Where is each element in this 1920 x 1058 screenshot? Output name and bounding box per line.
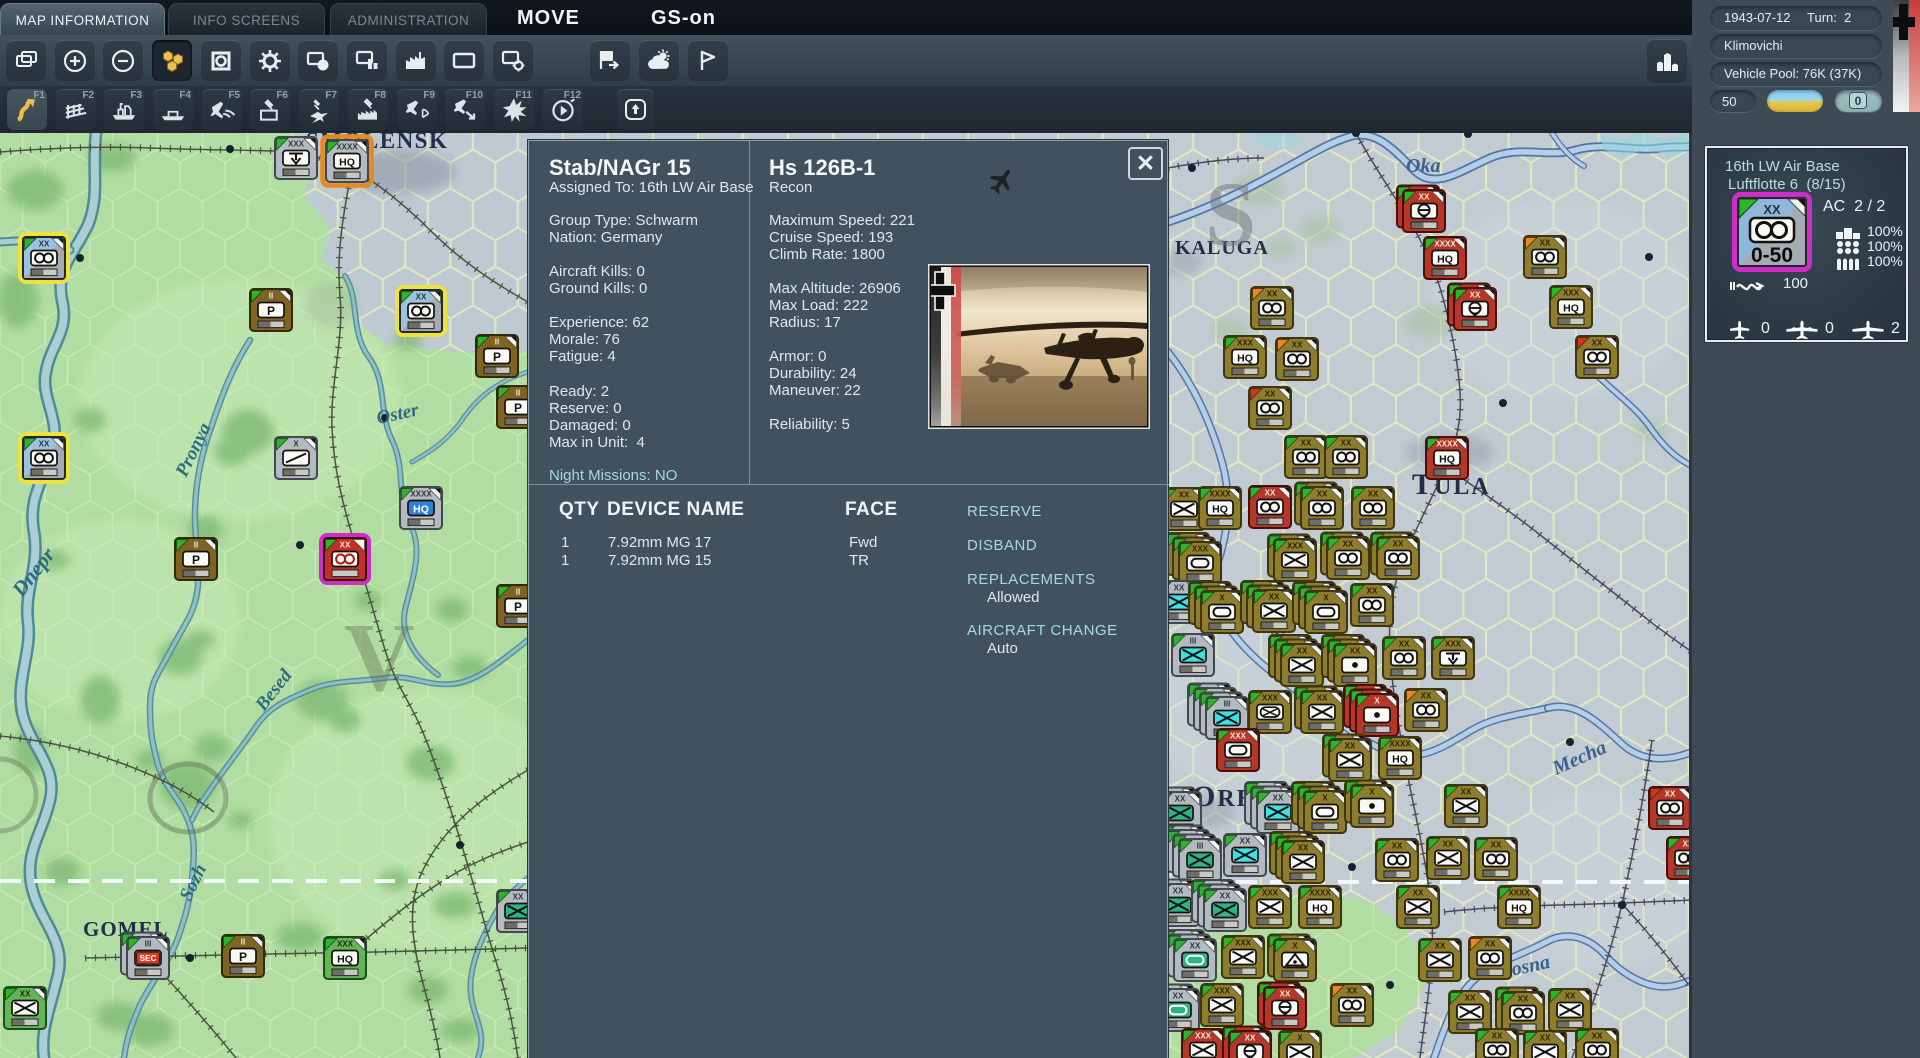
svg-text:XX: XX	[1265, 390, 1276, 399]
svg-text:S: S	[1205, 163, 1256, 265]
svg-text:XXX: XXX	[1287, 542, 1304, 551]
svg-text:XX: XX	[340, 541, 351, 550]
svg-text:XX: XX	[1269, 593, 1280, 602]
svg-text:XX: XX	[1301, 439, 1312, 448]
svg-text:XX: XX	[1491, 841, 1502, 850]
svg-text:XX: XX	[1540, 239, 1551, 248]
svg-text:XX: XX	[1343, 540, 1354, 549]
svg-text:XX: XX	[1461, 788, 1472, 797]
svg-text:XX: XX	[1367, 587, 1378, 596]
svg-text:XXXX: XXXX	[1434, 240, 1456, 249]
svg-text:XXX: XXX	[288, 140, 305, 149]
svg-text:XX: XX	[1665, 790, 1676, 799]
svg-text:X: X	[1369, 788, 1375, 797]
svg-text:III: III	[145, 940, 152, 949]
svg-text:X: X	[1374, 697, 1380, 706]
svg-text:XXXX: XXXX	[1309, 889, 1331, 898]
svg-text:XX: XX	[1413, 889, 1424, 898]
svg-text:XX: XX	[1419, 193, 1430, 202]
svg-text:XXX: XXX	[337, 940, 354, 949]
svg-text:XX: XX	[1297, 647, 1308, 656]
svg-text:0-50: 0-50	[1751, 244, 1793, 267]
svg-text:XXX: XXX	[1445, 640, 1462, 649]
svg-text:X: X	[1323, 594, 1329, 603]
svg-text:XX: XX	[1399, 640, 1410, 649]
svg-text:XX: XX	[1292, 341, 1303, 350]
svg-text:XX: XX	[1280, 990, 1291, 999]
svg-text:II: II	[194, 541, 198, 550]
svg-text:XXX: XXX	[1237, 339, 1254, 348]
svg-text:XX: XX	[1190, 942, 1201, 951]
svg-text:XX: XX	[1317, 694, 1328, 703]
svg-text:Oka: Oka	[1406, 155, 1440, 177]
svg-text:XX: XX	[1298, 844, 1309, 853]
svg-text:XXX: XXX	[1214, 987, 1231, 996]
svg-text:X: X	[293, 440, 299, 449]
svg-text:XX: XX	[1220, 892, 1231, 901]
svg-text:XXX: XXX	[1262, 889, 1279, 898]
svg-text:XX: XX	[1173, 887, 1184, 896]
svg-text:XX: XX	[1392, 842, 1403, 851]
svg-text:II: II	[269, 292, 273, 301]
svg-text:XX: XX	[1174, 584, 1185, 593]
svg-text:XX: XX	[1540, 1034, 1551, 1043]
svg-text:XXX: XXX	[1195, 1032, 1212, 1041]
svg-text:X: X	[1297, 1034, 1303, 1043]
svg-text:XX: XX	[416, 293, 427, 302]
svg-text:XX: XX	[1565, 992, 1576, 1001]
svg-text:XX: XX	[1763, 202, 1781, 217]
svg-text:XX: XX	[1179, 491, 1190, 500]
svg-text:XX: XX	[1518, 995, 1529, 1004]
svg-text:III: III	[1190, 637, 1197, 646]
svg-text:XX: XX	[1267, 290, 1278, 299]
svg-text:XX: XX	[1173, 992, 1184, 1001]
svg-text:II: II	[241, 938, 245, 947]
svg-text:XX: XX	[1485, 940, 1496, 949]
svg-text:XX: XX	[1245, 1034, 1256, 1043]
svg-text:XX: XX	[1393, 540, 1404, 549]
svg-text:II: II	[495, 338, 499, 347]
svg-text:XX: XX	[20, 990, 31, 999]
svg-text:XXXX: XXXX	[336, 143, 358, 152]
svg-text:II: II	[516, 389, 520, 398]
svg-text:XX: XX	[1368, 490, 1379, 499]
svg-text:XX: XX	[1273, 794, 1284, 803]
svg-text:XX: XX	[1443, 840, 1454, 849]
svg-text:XXX: XXX	[1230, 732, 1247, 741]
svg-text:V: V	[344, 604, 415, 712]
svg-text:XXXX: XXXX	[1436, 440, 1458, 449]
svg-text:II: II	[516, 588, 520, 597]
svg-text:XX: XX	[1317, 490, 1328, 499]
svg-text:X: X	[1322, 794, 1328, 803]
svg-text:III: III	[1224, 700, 1231, 709]
svg-text:XXX: XXX	[1192, 545, 1209, 554]
svg-text:X: X	[1219, 594, 1225, 603]
svg-text:XX: XX	[1470, 291, 1481, 300]
svg-text:XX: XX	[1240, 837, 1251, 846]
svg-text:XXXX: XXXX	[1389, 740, 1411, 749]
svg-text:XX: XX	[1465, 994, 1476, 1003]
svg-text:XX: XX	[1421, 692, 1432, 701]
svg-text:XXXX: XXXX	[1508, 889, 1530, 898]
svg-text:XX: XX	[39, 440, 50, 449]
svg-text:XXX: XXX	[1563, 289, 1580, 298]
svg-text:XXX: XXX	[1235, 939, 1252, 948]
svg-text:XX: XX	[1592, 339, 1603, 348]
svg-text:XX: XX	[1341, 439, 1352, 448]
svg-text:XX: XX	[1345, 742, 1356, 751]
svg-text:XX: XX	[1265, 489, 1276, 498]
svg-text:XXXX: XXXX	[1209, 490, 1231, 499]
svg-text:III: III	[1197, 842, 1204, 851]
svg-text:XX: XX	[1435, 942, 1446, 951]
svg-text:XX: XX	[1592, 1032, 1603, 1041]
svg-text:XX: XX	[1350, 647, 1361, 656]
svg-text:XX: XX	[513, 893, 524, 902]
svg-text:XXX: XXX	[1262, 694, 1279, 703]
svg-text:X: X	[1292, 942, 1298, 951]
svg-text:XX: XX	[39, 240, 50, 249]
svg-text:XXXX: XXXX	[410, 490, 432, 499]
svg-text:XX: XX	[1347, 987, 1358, 996]
svg-text:XX: XX	[1492, 1032, 1503, 1041]
svg-text:XX: XX	[1175, 795, 1186, 804]
